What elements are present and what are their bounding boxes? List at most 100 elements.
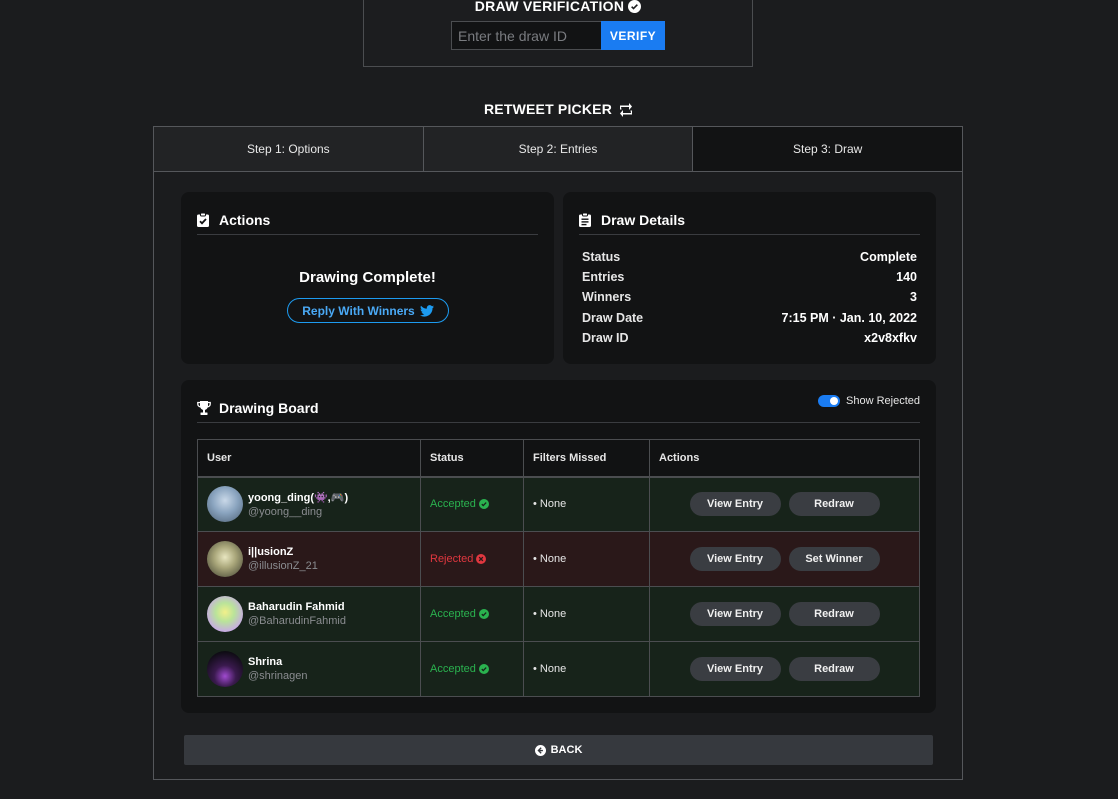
detail-row-status: Status Complete xyxy=(582,250,917,270)
back-button[interactable]: BACK xyxy=(184,735,933,765)
clipboard-list-icon xyxy=(579,212,593,227)
show-rejected-toggle[interactable] xyxy=(818,395,840,407)
redraw-button[interactable]: Redraw xyxy=(788,657,880,681)
arrow-left-circle-icon xyxy=(534,744,546,756)
avatar[interactable] xyxy=(207,541,243,577)
row-actions: View Entry Set Winner xyxy=(659,547,919,571)
detail-row-entries: Entries 140 xyxy=(582,270,917,290)
user-cell: Shrina @shrinagen xyxy=(197,641,421,697)
table-header-row: User Status Filters Missed Actions xyxy=(197,439,920,478)
status-badge: Accepted xyxy=(430,663,523,675)
retweet-icon xyxy=(620,103,633,117)
draw-details-list: Status Complete Entries 140 Winners 3 Draw … xyxy=(582,250,917,351)
column-header-filters-missed: Filters Missed xyxy=(523,439,650,478)
row-actions: View Entry Redraw xyxy=(659,492,919,517)
drawing-complete-text: Drawing Complete! xyxy=(299,269,436,286)
picker-frame: Step 1: Options Step 2: Entries Step 3: … xyxy=(153,126,963,780)
user-name[interactable]: i||usionZ xyxy=(248,546,318,558)
user-text: i||usionZ @illusionZ_21 xyxy=(248,546,318,572)
drawing-board-card: Drawing Board Show Rejected User Status … xyxy=(181,380,936,713)
detail-row-draw-id: Draw ID x2v8xfkv xyxy=(582,331,917,351)
draw-id-input[interactable] xyxy=(451,21,601,50)
detail-label: Winners xyxy=(582,290,632,305)
drawing-board-table: User Status Filters Missed Actions yoong… xyxy=(197,439,920,697)
actions-cell: View Entry Redraw xyxy=(649,586,920,642)
user-cell: i||usionZ @illusionZ_21 xyxy=(197,531,421,587)
draw-verification-panel: DRAW VERIFICATION VERIFY xyxy=(363,0,753,67)
user-handle[interactable]: @yoong__ding xyxy=(248,506,348,518)
detail-label: Entries xyxy=(582,270,625,285)
row-actions: View Entry Redraw xyxy=(659,602,919,626)
retweet-picker-label: RETWEET PICKER xyxy=(483,101,613,117)
user-handle[interactable]: @illusionZ_21 xyxy=(248,560,318,572)
detail-value: Complete xyxy=(860,250,917,264)
status-cell: Accepted xyxy=(420,641,524,697)
filters-cell: • None xyxy=(523,476,650,532)
view-entry-button[interactable]: View Entry xyxy=(689,602,781,626)
check-circle-icon xyxy=(478,609,489,619)
reply-with-winners-button[interactable]: Reply With Winners xyxy=(287,298,449,323)
clipboard-check-icon xyxy=(197,212,211,227)
redraw-button[interactable]: Redraw xyxy=(788,492,880,517)
view-entry-button[interactable]: View Entry xyxy=(689,547,781,571)
draw-details-title: Draw Details xyxy=(601,211,686,228)
status-text: Rejected xyxy=(430,553,474,565)
tab-step-options[interactable]: Step 1: Options xyxy=(154,127,424,171)
user-name[interactable]: Shrina xyxy=(248,656,307,668)
detail-label: Status xyxy=(582,250,621,264)
status-text: Accepted xyxy=(430,608,476,620)
draw-verification-label: DRAW VERIFICATION xyxy=(474,0,625,14)
check-circle-icon xyxy=(628,0,642,13)
column-header-status: Status xyxy=(420,439,524,478)
filters-cell: • None xyxy=(523,586,650,642)
detail-label: Draw Date xyxy=(582,310,644,325)
column-header-user: User xyxy=(197,439,421,478)
redraw-button[interactable]: Redraw xyxy=(788,602,880,626)
table-row: yoong_ding(👾,🎮) @yoong__ding Accepted • … xyxy=(197,476,920,532)
detail-value: 3 xyxy=(910,290,917,305)
status-cell: Accepted xyxy=(420,586,524,642)
user-info: Shrina @shrinagen xyxy=(207,651,420,687)
user-info: Baharudin Fahmid @BaharudinFahmid xyxy=(207,596,420,632)
tab-step-entries[interactable]: Step 2: Entries xyxy=(423,127,694,171)
status-cell: Rejected xyxy=(420,531,524,587)
user-handle[interactable]: @BaharudinFahmid xyxy=(248,615,346,627)
user-text: Shrina @shrinagen xyxy=(248,656,307,682)
detail-row-winners: Winners 3 xyxy=(582,290,917,310)
user-handle[interactable]: @shrinagen xyxy=(248,670,307,682)
page-title: RETWEET PICKER xyxy=(0,101,1118,117)
filters-cell: • None xyxy=(523,641,650,697)
verification-form: VERIFY xyxy=(451,21,665,50)
detail-label: Draw ID xyxy=(582,330,629,345)
view-entry-button[interactable]: View Entry xyxy=(689,492,781,517)
show-rejected-label: Show Rejected xyxy=(846,395,920,407)
avatar[interactable] xyxy=(207,596,243,632)
avatar[interactable] xyxy=(207,486,243,523)
verify-button[interactable]: VERIFY xyxy=(601,21,665,50)
user-cell: Baharudin Fahmid @BaharudinFahmid xyxy=(197,586,421,642)
avatar[interactable] xyxy=(207,651,243,687)
back-button-label: BACK xyxy=(550,744,583,756)
set-winner-button[interactable]: Set Winner xyxy=(788,547,880,571)
drawing-board-header: Drawing Board xyxy=(197,393,920,423)
trophy-icon xyxy=(197,400,211,415)
view-entry-button[interactable]: View Entry xyxy=(689,657,781,681)
table-row: Shrina @shrinagen Accepted • None View E… xyxy=(197,641,920,697)
column-header-actions: Actions xyxy=(649,439,920,478)
detail-value: 140 xyxy=(896,270,917,285)
user-name[interactable]: Baharudin Fahmid xyxy=(248,601,346,613)
step-tabs: Step 1: Options Step 2: Entries Step 3: … xyxy=(154,127,963,172)
status-text: Accepted xyxy=(430,498,476,511)
actions-cell: View Entry Set Winner xyxy=(649,531,920,587)
detail-value: x2v8xfkv xyxy=(864,330,917,345)
status-badge: Accepted xyxy=(430,608,523,620)
draw-verification-title: DRAW VERIFICATION xyxy=(364,0,752,14)
table-row: Baharudin Fahmid @BaharudinFahmid Accept… xyxy=(197,586,920,642)
draw-details-header: Draw Details xyxy=(579,205,920,235)
status-badge: Rejected xyxy=(430,553,523,565)
user-name[interactable]: yoong_ding(👾,🎮) xyxy=(248,491,348,504)
status-badge: Accepted xyxy=(430,498,523,510)
actions-card-title: Actions xyxy=(219,211,271,228)
tab-step-draw[interactable]: Step 3: Draw xyxy=(693,127,963,171)
check-circle-icon xyxy=(478,664,489,674)
